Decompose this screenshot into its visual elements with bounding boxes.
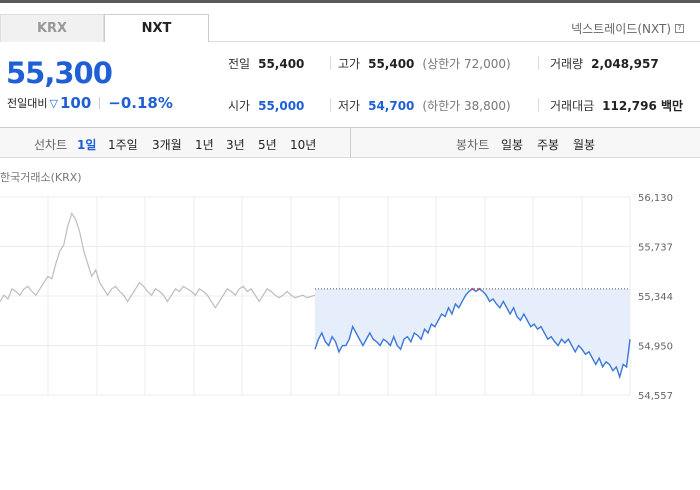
stat-open: 시가 55,000 [228, 97, 304, 114]
y-tick-label: 56,130 [638, 193, 673, 204]
question-icon[interactable]: ? [675, 24, 684, 33]
candle-daily[interactable]: 일봉 [501, 136, 523, 153]
stat-divider [330, 56, 331, 70]
candle-chart-label: 봉차트 [456, 138, 490, 152]
nxt-link-label: 넥스트레이드(NXT) [571, 22, 671, 36]
change-value: 100 [59, 94, 92, 112]
stat-amount: 거래대금 112,796 백만 [550, 97, 683, 114]
chart-title: 한국거래소(KRX) [0, 171, 82, 184]
tab-divider [209, 41, 700, 42]
y-tick-label: 54,950 [638, 342, 673, 353]
period-5y[interactable]: 5년 [258, 136, 277, 153]
y-tick-label: 55,344 [638, 292, 673, 303]
stat-divider [538, 98, 539, 112]
tab-krx[interactable]: KRX [0, 14, 104, 42]
candle-monthly[interactable]: 월봉 [573, 136, 595, 153]
stat-divider [538, 56, 539, 70]
period-bar: 선차트 1일 1주일 3개월 1년 3년 5년 10년 봉차트 일봉 주봉 월봉 [0, 127, 700, 158]
amount-value: 112,796 백만 [602, 99, 684, 113]
period-10y[interactable]: 10년 [290, 136, 316, 153]
volume-label: 거래량 [550, 57, 584, 71]
open-label: 시가 [228, 99, 251, 113]
low-label: 저가 [338, 99, 361, 113]
y-tick-label: 55,737 [638, 243, 673, 254]
period-1y[interactable]: 1년 [195, 136, 214, 153]
open-value: 55,000 [258, 99, 305, 113]
stat-volume: 거래량 2,048,957 [550, 55, 659, 72]
chart-series [0, 211, 631, 380]
high-value: 55,400 [368, 57, 415, 71]
change-separator [99, 97, 101, 109]
candle-weekly[interactable]: 주봉 [537, 136, 559, 153]
nxt-info-link[interactable]: 넥스트레이드(NXT) ? [571, 20, 684, 37]
tab-nxt[interactable]: NXT [104, 14, 209, 42]
krx-price-line [0, 211, 316, 309]
lower-limit: (하한가 38,800) [422, 99, 511, 113]
current-price: 55,300 [6, 56, 113, 90]
period-3m[interactable]: 3개월 [152, 136, 182, 153]
upper-limit: (상한가 72,000) [422, 57, 511, 71]
period-1w[interactable]: 1주일 [108, 136, 138, 153]
stat-prev-close: 전일 55,400 [228, 55, 304, 72]
prev-close-value: 55,400 [258, 57, 305, 71]
volume-value: 2,048,957 [591, 57, 659, 71]
down-triangle-icon: ▽ [49, 96, 58, 110]
period-3y[interactable]: 3년 [226, 136, 245, 153]
price-change: 전일대비 ▽ 100 −0.18% [7, 94, 173, 112]
amount-label: 거래대금 [550, 99, 595, 113]
prev-close-label: 전일 [228, 57, 251, 71]
top-border [0, 0, 700, 3]
low-value: 54,700 [368, 99, 415, 113]
period-1d[interactable]: 1일 [77, 136, 96, 153]
y-axis-ticks: 56,130 55,737 55,344 54,950 54,557 [638, 193, 673, 400]
change-label: 전일대비 [7, 97, 48, 110]
line-chart-label: 선차트 [34, 138, 68, 152]
high-label: 고가 [338, 57, 361, 71]
change-percent: −0.18% [108, 94, 173, 112]
nxt-fill-area [315, 288, 630, 377]
stat-divider [330, 98, 331, 112]
stat-low: 저가 54,700 (하한가 38,800) [338, 97, 511, 114]
period-divider [350, 128, 351, 158]
y-tick-label: 54,557 [638, 391, 673, 400]
stat-high: 고가 55,400 (상한가 72,000) [338, 55, 511, 72]
intraday-chart: 56,130 55,737 55,344 54,950 54,557 [0, 193, 673, 400]
stock-quote-widget: KRX NXT 넥스트레이드(NXT) ? 55,300 전일대비 ▽ 100 … [0, 0, 700, 490]
